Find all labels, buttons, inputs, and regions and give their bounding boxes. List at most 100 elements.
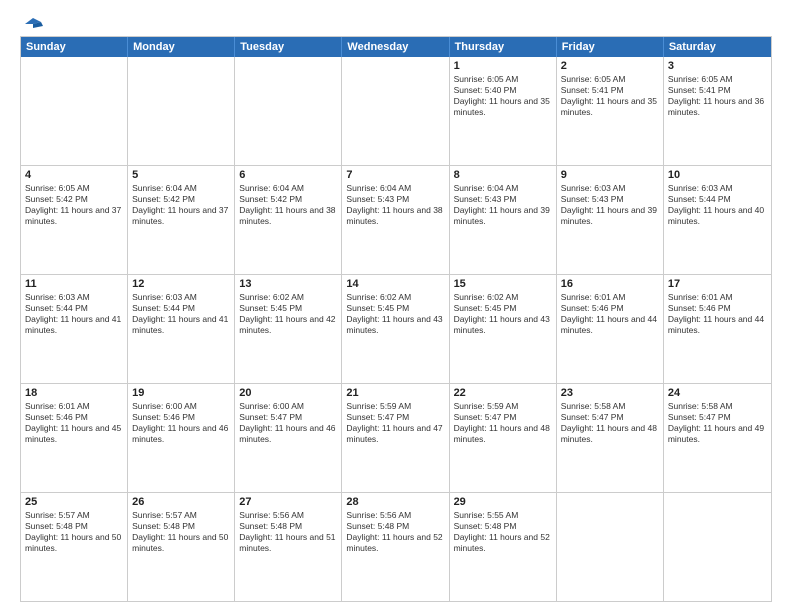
- daylight-text: Daylight: 11 hours and 50 minutes.: [132, 532, 230, 554]
- sunrise-text: Sunrise: 6:00 AM: [132, 401, 230, 412]
- cal-cell: 12Sunrise: 6:03 AMSunset: 5:44 PMDayligh…: [128, 275, 235, 383]
- cal-cell: 11Sunrise: 6:03 AMSunset: 5:44 PMDayligh…: [21, 275, 128, 383]
- daylight-text: Daylight: 11 hours and 45 minutes.: [25, 423, 123, 445]
- daylight-text: Daylight: 11 hours and 35 minutes.: [454, 96, 552, 118]
- sunset-text: Sunset: 5:48 PM: [239, 521, 337, 532]
- sunrise-text: Sunrise: 6:03 AM: [561, 183, 659, 194]
- day-number: 6: [239, 169, 337, 181]
- sunrise-text: Sunrise: 5:59 AM: [454, 401, 552, 412]
- cal-cell: 20Sunrise: 6:00 AMSunset: 5:47 PMDayligh…: [235, 384, 342, 492]
- daylight-text: Daylight: 11 hours and 48 minutes.: [561, 423, 659, 445]
- logo-bird-icon: [21, 16, 43, 32]
- cal-header-tuesday: Tuesday: [235, 37, 342, 57]
- cal-cell: [21, 57, 128, 165]
- cal-cell: 10Sunrise: 6:03 AMSunset: 5:44 PMDayligh…: [664, 166, 771, 274]
- cal-cell: 22Sunrise: 5:59 AMSunset: 5:47 PMDayligh…: [450, 384, 557, 492]
- daylight-text: Daylight: 11 hours and 41 minutes.: [132, 314, 230, 336]
- cal-week-4: 18 Sunrise: 6:01 AM Sunset: 5:46 PM Dayligh…: [21, 383, 771, 492]
- calendar: SundayMondayTuesdayWednesdayThursdayFrid…: [20, 36, 772, 602]
- cal-cell: 1Sunrise: 6:05 AMSunset: 5:40 PMDaylight…: [450, 57, 557, 165]
- sunset-text: Sunset: 5:46 PM: [668, 303, 767, 314]
- cal-cell: 13Sunrise: 6:02 AMSunset: 5:45 PMDayligh…: [235, 275, 342, 383]
- sunset-text: Sunset: 5:48 PM: [454, 521, 552, 532]
- cal-header-saturday: Saturday: [664, 37, 771, 57]
- sunrise-text: Sunrise: 6:03 AM: [25, 292, 123, 303]
- sunrise-text: Sunrise: 5:56 AM: [346, 510, 444, 521]
- day-number: 24: [668, 387, 767, 399]
- sunrise-text: Sunrise: 6:05 AM: [561, 74, 659, 85]
- sunset-text: Sunset: 5:43 PM: [346, 194, 444, 205]
- sunrise-text: Sunrise: 5:58 AM: [668, 401, 767, 412]
- day-number: 18: [25, 387, 123, 399]
- day-number: 29: [454, 496, 552, 508]
- sunset-text: Sunset: 5:48 PM: [25, 521, 123, 532]
- day-number: 21: [346, 387, 444, 399]
- cal-cell: 21Sunrise: 5:59 AMSunset: 5:47 PMDayligh…: [342, 384, 449, 492]
- cal-week-1: 1Sunrise: 6:05 AMSunset: 5:40 PMDaylight…: [21, 57, 771, 165]
- cal-cell: 9Sunrise: 6:03 AMSunset: 5:43 PMDaylight…: [557, 166, 664, 274]
- sunrise-text: Sunrise: 5:59 AM: [346, 401, 444, 412]
- sunset-text: Sunset: 5:47 PM: [239, 412, 337, 423]
- sunrise-text: Sunrise: 5:56 AM: [239, 510, 337, 521]
- day-number: 13: [239, 278, 337, 290]
- cal-week-3: 11Sunrise: 6:03 AMSunset: 5:44 PMDayligh…: [21, 274, 771, 383]
- daylight-text: Daylight: 11 hours and 48 minutes.: [454, 423, 552, 445]
- cal-cell: [235, 57, 342, 165]
- sunrise-text: Sunrise: 6:02 AM: [346, 292, 444, 303]
- sunrise-text: Sunrise: 6:01 AM: [561, 292, 659, 303]
- daylight-text: Daylight: 11 hours and 50 minutes.: [25, 532, 123, 554]
- sunrise-text: Sunrise: 5:55 AM: [454, 510, 552, 521]
- sunset-text: Sunset: 5:45 PM: [454, 303, 552, 314]
- sunset-text: Sunset: 5:46 PM: [132, 412, 230, 423]
- sunrise-text: Sunrise: 5:58 AM: [561, 401, 659, 412]
- sunrise-text: Sunrise: 5:57 AM: [25, 510, 123, 521]
- sunset-text: Sunset: 5:45 PM: [239, 303, 337, 314]
- daylight-text: Daylight: 11 hours and 42 minutes.: [239, 314, 337, 336]
- daylight-text: Daylight: 11 hours and 37 minutes.: [25, 205, 123, 227]
- day-number: 4: [25, 169, 123, 181]
- cal-header-friday: Friday: [557, 37, 664, 57]
- day-number: 26: [132, 496, 230, 508]
- daylight-text: Daylight: 11 hours and 38 minutes.: [239, 205, 337, 227]
- cal-cell: [664, 493, 771, 601]
- sunset-text: Sunset: 5:44 PM: [668, 194, 767, 205]
- sunset-text: Sunset: 5:47 PM: [668, 412, 767, 423]
- cal-cell: 23Sunrise: 5:58 AMSunset: 5:47 PMDayligh…: [557, 384, 664, 492]
- daylight-text: Daylight: 11 hours and 46 minutes.: [239, 423, 337, 445]
- daylight-text: Daylight: 11 hours and 44 minutes.: [561, 314, 659, 336]
- day-number: 27: [239, 496, 337, 508]
- sunrise-text: Sunrise: 6:04 AM: [454, 183, 552, 194]
- sunset-text: Sunset: 5:43 PM: [454, 194, 552, 205]
- day-number: 5: [132, 169, 230, 181]
- day-number: 15: [454, 278, 552, 290]
- cal-cell: 2Sunrise: 6:05 AMSunset: 5:41 PMDaylight…: [557, 57, 664, 165]
- day-number: 14: [346, 278, 444, 290]
- cal-cell: 5Sunrise: 6:04 AMSunset: 5:42 PMDaylight…: [128, 166, 235, 274]
- sunrise-text: Sunrise: 6:02 AM: [454, 292, 552, 303]
- day-number: 11: [25, 278, 123, 290]
- cal-cell: 6Sunrise: 6:04 AMSunset: 5:42 PMDaylight…: [235, 166, 342, 274]
- daylight-text: Daylight: 11 hours and 43 minutes.: [346, 314, 444, 336]
- day-number: 19: [132, 387, 230, 399]
- daylight-text: Daylight: 11 hours and 52 minutes.: [454, 532, 552, 554]
- cal-cell: 29 Sunrise: 5:55 AMSunset: 5:48 PMDayligh…: [450, 493, 557, 601]
- cal-cell: 18Sunrise: 6:01 AMSunset: 5:46 PMDayligh…: [21, 384, 128, 492]
- daylight-text: Daylight: 11 hours and 39 minutes.: [561, 205, 659, 227]
- cal-cell: 17Sunrise: 6:01 AMSunset: 5:46 PMDayligh…: [664, 275, 771, 383]
- sunset-text: Sunset: 5:46 PM: [561, 303, 659, 314]
- cal-cell: 25Sunrise: 5:57 AMSunset: 5:48 PMDayligh…: [21, 493, 128, 601]
- daylight-text: Daylight: 11 hours and 37 minutes.: [132, 205, 230, 227]
- day-number: 3: [668, 60, 767, 72]
- sunset-text: Sunset: 5:47 PM: [346, 412, 444, 423]
- sunset-text: Sunset: 5:42 PM: [25, 194, 123, 205]
- daylight-text: Daylight: 11 hours and 39 minutes.: [454, 205, 552, 227]
- cal-cell: 28Sunrise: 5:56 AMSunset: 5:48 PMDayligh…: [342, 493, 449, 601]
- cal-cell: 19Sunrise: 6:00 AMSunset: 5:46 PMDayligh…: [128, 384, 235, 492]
- day-number: 17: [668, 278, 767, 290]
- logo: [20, 16, 44, 28]
- sunrise-text: Sunrise: 6:01 AM: [25, 401, 123, 412]
- daylight-text: Daylight: 11 hours and 40 minutes.: [668, 205, 767, 227]
- cal-cell: 7Sunrise: 6:04 AMSunset: 5:43 PMDaylight…: [342, 166, 449, 274]
- day-number: 7: [346, 169, 444, 181]
- day-number: 10: [668, 169, 767, 181]
